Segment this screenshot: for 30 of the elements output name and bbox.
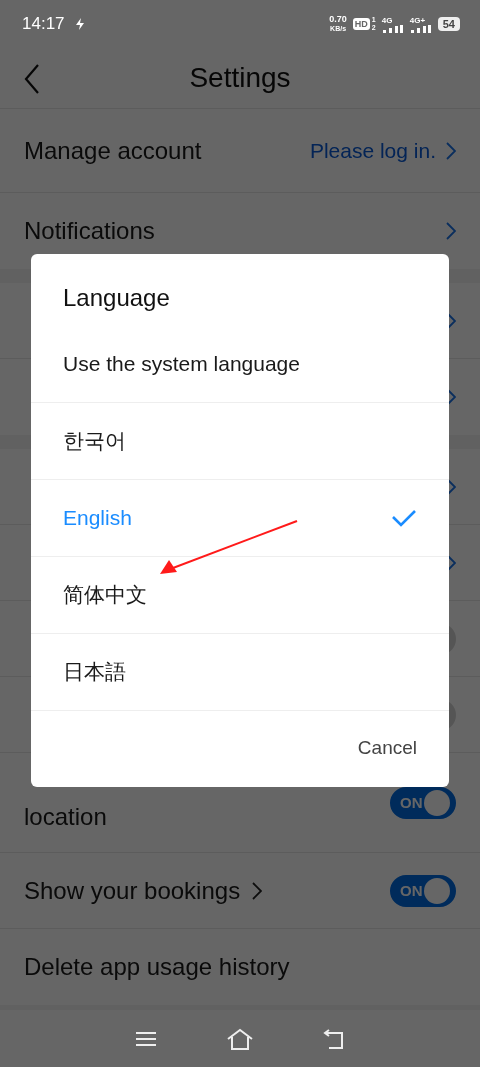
language-option[interactable]: 한국어 — [31, 403, 449, 480]
setting-label: Delete app usage history — [24, 953, 290, 981]
status-time: 14:17 — [22, 14, 65, 34]
back-icon[interactable] — [24, 64, 40, 94]
chevron-icon — [446, 388, 456, 406]
setting-label: Notifications — [24, 217, 155, 245]
battery-level: 54 — [437, 17, 460, 31]
dialog-title: Language — [62, 283, 171, 313]
check-icon — [391, 509, 417, 527]
signal-icon — [381, 24, 404, 33]
language-option[interactable]: Use the system language — [31, 326, 449, 403]
chevron-icon — [446, 477, 456, 496]
page-title: Settings — [189, 62, 291, 94]
setting-label: Show your bookings — [24, 876, 241, 905]
chevron-icon — [446, 222, 456, 240]
home-icon[interactable] — [226, 1027, 254, 1050]
setting-label: Manage account — [24, 136, 202, 165]
charging-icon — [74, 18, 85, 30]
chevron-icon — [446, 141, 456, 160]
menu-icon[interactable] — [134, 1030, 157, 1047]
setting-label: location — [24, 802, 107, 831]
cancel-button[interactable]: Cancel — [357, 737, 417, 759]
signal-icon — [409, 24, 432, 33]
network-type: 4G — [381, 15, 393, 25]
network-type: 4G+ — [409, 15, 426, 25]
chevron-icon — [446, 553, 456, 572]
chevron-icon — [446, 311, 456, 330]
hd-badge: HD — [352, 18, 370, 30]
back-nav-icon[interactable] — [323, 1028, 346, 1049]
language-option[interactable]: 日本語 — [31, 634, 449, 711]
